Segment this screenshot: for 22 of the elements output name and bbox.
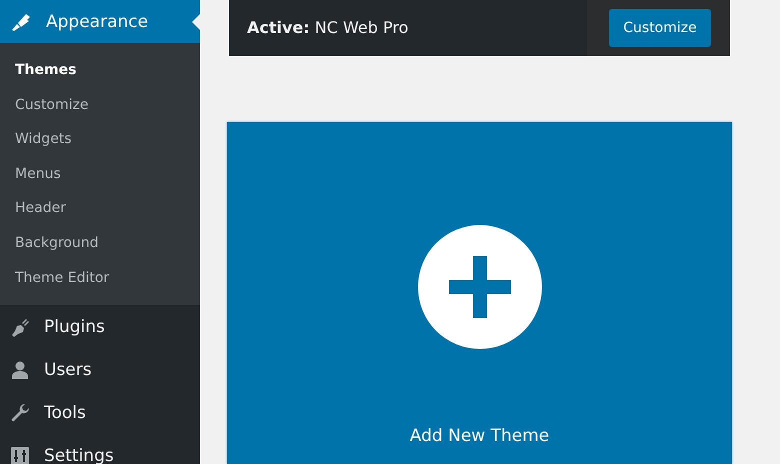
add-theme-label: Add New Theme [410,426,550,446]
plug-icon [10,316,30,337]
submenu-item[interactable]: Customize [0,88,200,122]
menu-item[interactable]: Users [0,348,200,392]
user-icon [10,360,30,380]
active-theme-name: Active: NC Web Pro [246,17,410,39]
submenu-item[interactable]: Themes [0,53,200,88]
paintbrush-icon [10,12,32,32]
submenu-item[interactable]: Widgets [0,122,200,157]
submenu-item[interactable]: Menus [0,156,200,192]
plus-icon [416,224,542,350]
wrench-icon [10,402,30,423]
pointer-icon [192,14,200,30]
submenu-item[interactable]: Theme Editor [0,260,200,296]
submenu-item[interactable]: Background [0,226,200,261]
menu-item[interactable]: Tools [0,391,200,434]
menu-item[interactable]: Settings [0,434,200,464]
add-theme-card[interactable]: Add New Theme [227,122,732,464]
customize-button[interactable]: Customize [609,9,711,47]
menu-item[interactable]: Plugins [0,305,200,348]
menu-item[interactable]: Appearance [0,0,200,43]
submenu-item[interactable]: Header [0,191,200,226]
